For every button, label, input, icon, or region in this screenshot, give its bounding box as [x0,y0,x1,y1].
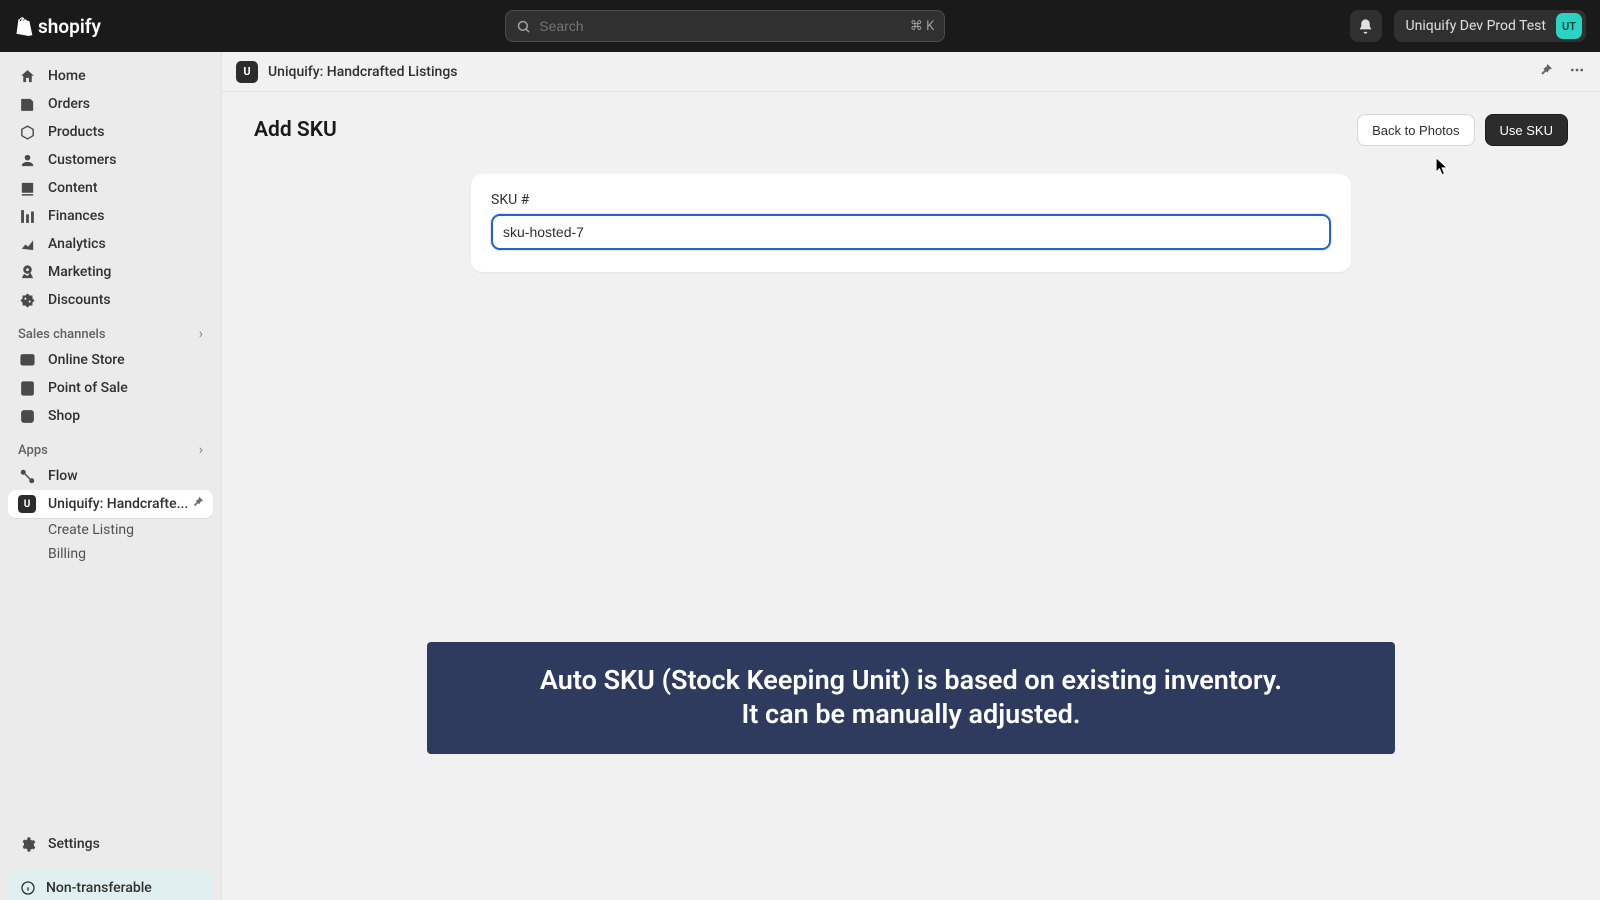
app-uniquify-active[interactable]: U Uniquify: Handcrafte... [8,490,213,518]
search-icon [516,19,531,34]
nav-label: Discounts [48,292,111,308]
app-flow[interactable]: Flow [8,462,213,490]
nav-label: Settings [48,836,100,852]
nav-label: Customers [48,152,116,168]
info-icon [20,880,36,896]
nav-label: Point of Sale [48,380,128,396]
sku-field-label: SKU # [491,192,1331,208]
nav-label: Analytics [48,236,106,252]
nav-label: Content [48,180,98,196]
callout-line-1: Auto SKU (Stock Keeping Unit) is based o… [447,664,1375,698]
discounts-icon [18,291,36,309]
store-switcher[interactable]: Uniquify Dev Prod Test UT [1394,10,1586,42]
nav-discounts[interactable]: Discounts [8,286,213,314]
home-icon [18,67,36,85]
topbar: shopify ⌘ K Uniquify Dev Prod Test UT [0,0,1600,52]
uniquify-app-icon: U [236,61,258,83]
back-to-photos-button[interactable]: Back to Photos [1357,114,1474,146]
bell-icon [1357,18,1374,35]
nav-home[interactable]: Home [8,62,213,90]
nontransferable-label: Non-transferable [46,880,152,896]
section-label: Sales channels [18,327,106,342]
info-callout: Auto SKU (Stock Keeping Unit) is based o… [427,642,1395,754]
gear-icon [18,835,36,853]
sales-channels-header[interactable]: Sales channels › [0,314,221,346]
chevron-right-icon: › [199,442,203,458]
nav-label: Orders [48,96,90,112]
customers-icon [18,151,36,169]
flow-icon [18,467,36,485]
marketing-icon [18,263,36,281]
content-icon [18,179,36,197]
nav-finances[interactable]: Finances [8,202,213,230]
dots-horizontal-icon [1568,62,1586,78]
pin-button[interactable] [1538,62,1554,82]
callout-line-2: It can be manually adjusted. [447,698,1375,732]
app-bar: U Uniquify: Handcrafted Listings [222,52,1600,92]
nav-products[interactable]: Products [8,118,213,146]
cursor-icon [1435,157,1449,177]
pos-icon [18,379,36,397]
more-button[interactable] [1568,62,1586,82]
nav-label: Home [48,68,86,84]
search-bar[interactable]: ⌘ K [505,10,945,42]
finances-icon [18,207,36,225]
nav-label: Marketing [48,264,111,280]
app-sub-create-listing[interactable]: Create Listing [8,518,213,542]
use-sku-button[interactable]: Use SKU [1485,114,1568,146]
analytics-icon [18,235,36,253]
nav-content[interactable]: Content [8,174,213,202]
main: U Uniquify: Handcrafted Listings Add SKU… [222,52,1600,900]
channel-online-store[interactable]: Online Store [8,346,213,374]
uniquify-app-icon: U [18,495,36,513]
nav-label: Finances [48,208,104,224]
pin-icon[interactable] [191,495,205,513]
search-kbd-hint: ⌘ K [910,19,934,34]
nontransferable-banner[interactable]: Non-transferable [8,870,213,900]
orders-icon [18,95,36,113]
page-header: Add SKU Back to Photos Use SKU [242,108,1580,160]
avatar: UT [1556,13,1582,39]
nav-label: Uniquify: Handcrafte... [48,496,188,512]
app-bar-title: Uniquify: Handcrafted Listings [268,64,457,80]
nav-settings[interactable]: Settings [8,830,213,858]
shopify-bag-icon [14,15,34,37]
app-sub-billing[interactable]: Billing [8,542,213,566]
nav-label: Products [48,124,105,140]
online-store-icon [18,351,36,369]
nav-marketing[interactable]: Marketing [8,258,213,286]
nav-orders[interactable]: Orders [8,90,213,118]
section-label: Apps [18,443,48,458]
products-icon [18,123,36,141]
page: Add SKU Back to Photos Use SKU SKU # Aut… [222,92,1600,900]
nav-analytics[interactable]: Analytics [8,230,213,258]
apps-header[interactable]: Apps › [0,430,221,462]
shopify-logo[interactable]: shopify [14,15,101,38]
search-input[interactable] [539,18,902,34]
nav-label: Create Listing [48,522,134,538]
logo-text: shopify [38,15,101,38]
nav-label: Flow [48,468,78,484]
shop-icon [18,407,36,425]
page-title: Add SKU [254,118,337,142]
nav-label: Shop [48,408,80,424]
channel-shop[interactable]: Shop [8,402,213,430]
search-wrap: ⌘ K [113,10,1338,42]
nav-label: Online Store [48,352,125,368]
chevron-right-icon: › [199,326,203,342]
store-name: Uniquify Dev Prod Test [1406,18,1546,34]
notifications-button[interactable] [1350,10,1382,42]
sku-input[interactable] [491,214,1331,250]
sku-card: SKU # [471,174,1351,272]
channel-pos[interactable]: Point of Sale [8,374,213,402]
nav-label: Billing [48,546,86,562]
nav-customers[interactable]: Customers [8,146,213,174]
sidebar: Home Orders Products Customers Content F… [0,52,222,900]
